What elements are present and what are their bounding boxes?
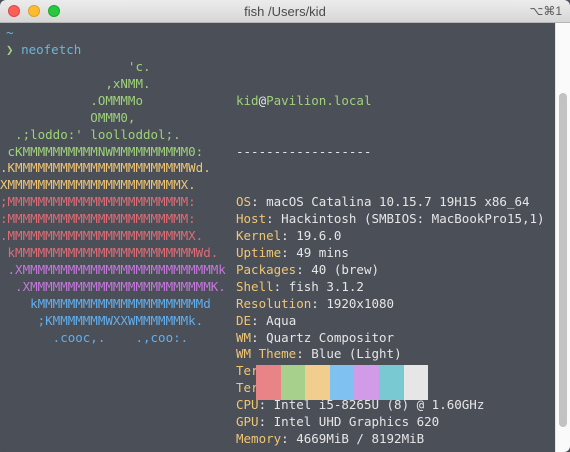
title-bar[interactable]: fish /Users/kid ⌥⌘1 [0,0,570,23]
info-value: fish 3.1.2 [288,278,364,294]
info-row: Uptime: 49 mins [236,245,545,262]
prompt-command: neofetch [21,42,82,57]
info-value: 4669MiB / 8192MiB [296,430,425,446]
info-row: Host: Hackintosh (SMBIOS: MacBookPro15,1… [236,211,545,228]
info-key-separator: : [281,228,297,244]
info-key-separator: : [281,430,297,446]
at-sign: @ [258,92,267,108]
info-key: Memory [236,430,282,446]
info-key-separator: : [273,278,289,294]
color-swatch [403,365,429,400]
logo-line: ;KMMMMMMMWXXWMMMMMMMk. [0,312,204,328]
info-row: GPU: Intel UHD Graphics 620 [236,414,545,431]
info-row: Resolution: 1920x1080 [236,296,545,313]
info-key: Resolution [236,295,312,311]
color-palette [256,365,429,400]
separator-line: ------------------ [236,143,372,159]
tab-shortcut: ⌥⌘1 [529,4,562,18]
info-value: Intel UHD Graphics 620 [273,414,440,430]
user-name: kid [236,92,259,108]
scrollbar[interactable] [555,23,570,452]
color-swatch [354,365,379,400]
logo-line: .XMMMMMMMMMMMMMMMMMMMMMMMMK. [0,278,226,294]
info-key-separator: : [251,312,267,328]
terminal-window: fish /Users/kid ⌥⌘1 ~ ❯ neofetch 'c. ,xN… [0,0,570,452]
info-value: Aqua [266,312,297,328]
info-key: WM Theme [236,346,297,362]
info-value: 40 (brew) [311,261,380,277]
host-name: Pavilion.local [266,92,372,108]
prompt-line: ❯ neofetch [6,42,81,59]
info-key-separator: : [311,295,327,311]
logo-line: ,xNMM. [0,75,151,91]
prompt-tilde: ~ [6,25,14,40]
logo-line: cKMMMMMMMMMMNWMMMMMMMMMM0: [0,143,204,159]
logo-line: .;loddo:' loolloddol;. [0,126,181,142]
info-key: Kernel [236,228,282,244]
prompt-arrow-icon: ❯ [6,42,14,57]
logo-line: :MMMMMMMMMMMMMMMMMMMMMMMM: [0,211,196,227]
info-key-separator: : [258,414,274,430]
logo-line: .XMMMMMMMMMMMMMMMMMMMMMMMMMMk [0,261,226,277]
info-key: DE [236,312,252,328]
info-key: Packages [236,261,297,277]
logo-line: .KMMMMMMMMMMMMMMMMMMMMMMMWd. [0,160,211,176]
logo-line: .cooc,. .,coo:. [0,329,189,345]
terminal-content[interactable]: ~ ❯ neofetch 'c. ,xNMM. .OMMMMo OMMM0, .… [0,23,556,452]
info-value: Quartz Compositor [266,329,395,345]
info-key-separator: : [296,346,312,362]
prompt-directory: ~ [6,25,14,42]
color-swatch [305,365,330,400]
color-swatch [256,365,281,400]
logo-line: kMMMMMMMMMMMMMMMMMMMMMMMMWd. [0,244,219,260]
info-key: GPU [236,414,259,430]
info-value: 19.6.0 [296,228,342,244]
logo-line: ;MMMMMMMMMMMMMMMMMMMMMMMM: [0,194,196,210]
info-value: macOS Catalina 10.15.7 19H15 x86_64 [266,194,530,210]
info-row: DE: Aqua [236,313,545,330]
info-key: Host [236,211,267,227]
info-value: Hackintosh (SMBIOS: MacBookPro15,1) [281,211,545,227]
info-key-separator: : [296,261,312,277]
info-key-separator: : [251,329,267,345]
info-key: Uptime [236,244,282,260]
info-row: Kernel: 19.6.0 [236,228,545,245]
info-row: WM Theme: Blue (Light) [236,346,545,363]
info-value: 1920x1080 [326,295,395,311]
logo-line: OMMM0, [0,109,136,125]
info-row: WM: Quartz Compositor [236,330,545,347]
logo-line: XMMMMMMMMMMMMMMMMMMMMMMMX. [0,177,196,193]
info-key: OS [236,194,252,210]
info-key: WM [236,329,252,345]
color-swatch [329,365,355,400]
info-value: Blue (Light) [311,346,402,362]
logo-line: kMMMMMMMMMMMMMMMMMMMMMMd [0,295,211,311]
scrollbar-thumb[interactable] [559,93,567,427]
window-title: fish /Users/kid [244,4,326,19]
logo-line: .OMMMMo [0,92,143,108]
info-row: OS: macOS Catalina 10.15.7 19H15 x86_64 [236,194,545,211]
info-row: Packages: 40 (brew) [236,262,545,279]
info-row: Shell: fish 3.1.2 [236,279,545,296]
info-key-separator: : [251,194,267,210]
color-swatch [378,365,404,400]
logo-line: 'c. [0,59,151,74]
info-value: 49 mins [296,244,349,260]
color-swatch [280,365,306,400]
info-key: Shell [236,278,274,294]
info-row: Memory: 4669MiB / 8192MiB [236,431,545,448]
user-host-line: kid@Pavilion.local [236,93,545,110]
logo-line: .MMMMMMMMMMMMMMMMMMMMMMMMX. [0,228,204,244]
info-key-separator: : [281,244,297,260]
info-key-separator: : [266,211,282,227]
apple-ascii-logo: 'c. ,xNMM. .OMMMMo OMMM0, .;loddo:' lool… [0,59,226,346]
